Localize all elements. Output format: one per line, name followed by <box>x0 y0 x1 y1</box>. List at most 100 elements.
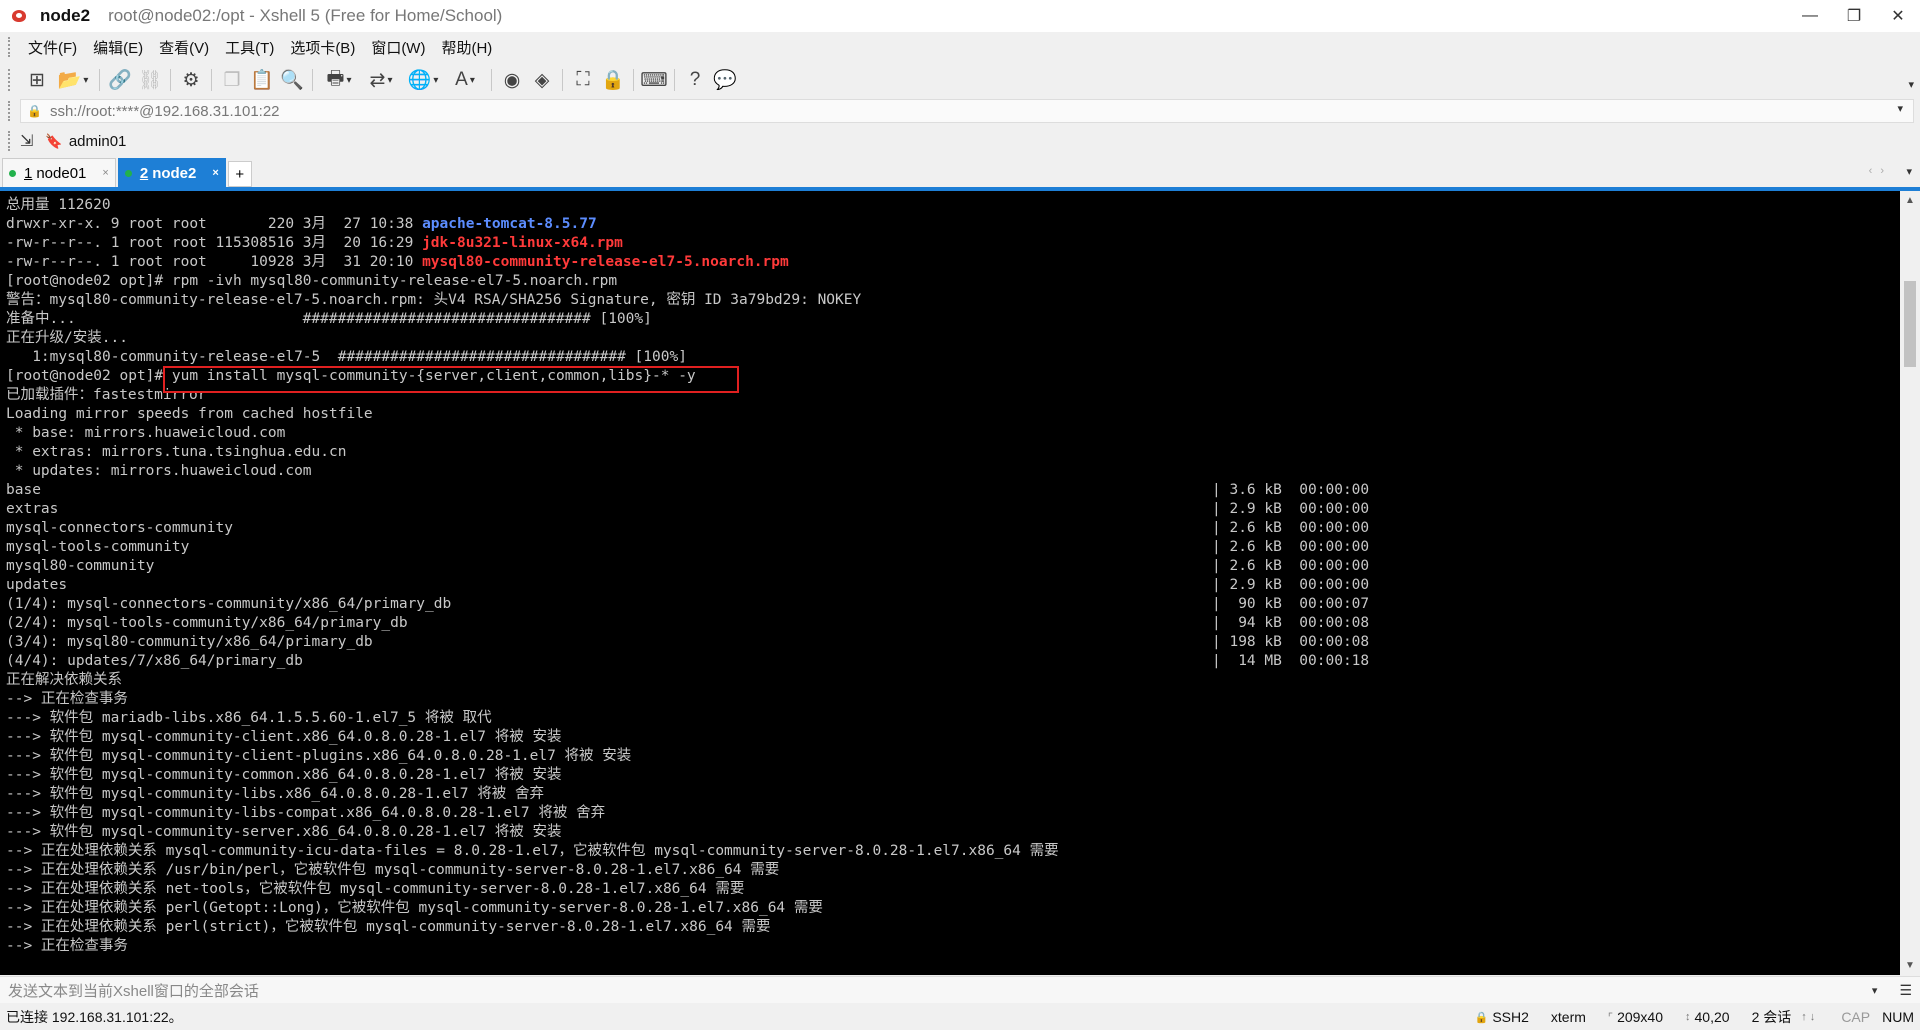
toolbar: ⊞ 📂 🔗 ⛓ ⚙ ❐ 📋 🔍 🖶 ⇄ 🌐 A ◉ ◈ ⛶ 🔒 ⌨ ? 💬 ▾ <box>0 62 1920 98</box>
menu-help[interactable]: 帮助(H) <box>433 37 500 58</box>
terminal-line-text: ---> 软件包 mariadb-libs.x86_64.1.5.5.60-1.… <box>6 710 492 726</box>
tab-list-icon[interactable]: ▾ <box>1906 165 1912 178</box>
terminal-line: ---> 软件包 mysql-community-server.x86_64.0… <box>6 823 1059 842</box>
terminal-line: -rw-r--r--. 1 root root 115308516 3月 20 … <box>6 234 1059 253</box>
toolbar-separator <box>674 69 675 91</box>
status-indicators: 🔒 SSH2 xterm ⌜ 209x40 ↕ 40,20 2 会话 ↑ ↓ CAP N… <box>1453 1007 1914 1027</box>
maximize-button[interactable]: ❐ <box>1832 0 1876 32</box>
compose-bar: 发送文本到当前Xshell窗口的全部会话 ▾ ☰ <box>0 976 1920 1003</box>
links-arrow-icon[interactable]: ⇲ <box>20 131 33 151</box>
menu-view[interactable]: 查看(V) <box>151 37 217 58</box>
tab-number: 1 <box>24 164 33 182</box>
terminal-line-text: mysql-tools-community <box>6 539 190 555</box>
terminal-line-text: --> 正在处理依赖关系 mysql-community-icu-data-fi… <box>6 843 1059 859</box>
properties-icon[interactable]: ⚙ <box>176 66 206 94</box>
file-name: mysql80-community-release-el7-5.noarch.r… <box>422 254 789 270</box>
xftp-icon[interactable]: ◉ <box>497 66 527 94</box>
links-bar: ⇲ 🔖 admin01 <box>0 126 1920 156</box>
toolbar-separator <box>211 69 212 91</box>
tab-node2[interactable]: 2 node2 × <box>117 158 226 187</box>
toolbar-separator <box>633 69 634 91</box>
terminal-line: ---> 软件包 mysql-community-common.x86_64.0… <box>6 766 1059 785</box>
keyboard-icon[interactable]: ⌨ <box>639 66 669 94</box>
protocol-label: SSH2 <box>1492 1009 1529 1025</box>
xmanager-icon[interactable]: ◈ <box>527 66 557 94</box>
toolbar-separator <box>99 69 100 91</box>
command-highlight-box <box>163 366 739 393</box>
terminal-line-text: (2/4): mysql-tools-community/x86_64/prim… <box>6 615 408 631</box>
links-grip[interactable] <box>8 131 14 151</box>
tab-close-icon[interactable]: × <box>212 167 218 179</box>
menu-tab[interactable]: 选项卡(B) <box>282 37 363 58</box>
tab-scroll-icons[interactable]: ‹› <box>1869 165 1892 177</box>
scroll-down-icon[interactable]: ▼ <box>1905 960 1915 971</box>
terminal-line: 总用量 112620 <box>6 196 1059 215</box>
terminal-line-text: --> 正在检查事务 <box>6 938 128 954</box>
toolbar-separator <box>562 69 563 91</box>
toolbar-overflow-icon[interactable]: ▾ <box>1908 78 1914 91</box>
toolbar-separator <box>312 69 313 91</box>
scrollbar-thumb[interactable] <box>1904 281 1916 367</box>
terminal-line: --> 正在处理依赖关系 perl(strict)，它被软件包 mysql-co… <box>6 918 1059 937</box>
tab-node01[interactable]: 1 node01 × <box>2 158 116 187</box>
terminal-line: ---> 软件包 mariadb-libs.x86_64.1.5.5.60-1.… <box>6 709 1059 728</box>
toolbar-grip[interactable] <box>8 69 14 91</box>
find-icon[interactable]: 🔍 <box>277 66 307 94</box>
compose-menu-icon[interactable]: ☰ <box>1899 982 1912 999</box>
print-icon[interactable]: 🖶 <box>318 66 360 94</box>
connection-status: 已连接 192.168.31.101:22。 <box>6 1009 183 1025</box>
globe-icon[interactable]: 🌐 <box>402 66 444 94</box>
chat-icon[interactable]: 💬 <box>710 66 740 94</box>
terminal-line-text: --> 正在处理依赖关系 perl(Getopt::Long)，它被软件包 my… <box>6 900 823 916</box>
compose-input[interactable]: 发送文本到当前Xshell窗口的全部会话 <box>0 980 1872 1001</box>
font-icon[interactable]: A <box>444 66 486 94</box>
terminal-line: mysql-tools-community | 2.6 kB 00:00:00 <box>6 538 1369 557</box>
terminal-line: --> 正在处理依赖关系 mysql-community-icu-data-fi… <box>6 842 1059 861</box>
terminal-line-text: Loading mirror speeds from cached hostfi… <box>6 406 373 422</box>
paste-icon[interactable]: 📋 <box>247 66 277 94</box>
address-dropdown-icon[interactable]: ▾ <box>1897 102 1903 115</box>
terminal-line: ---> 软件包 mysql-community-libs.x86_64.0.8… <box>6 785 1059 804</box>
terminal-line-text: --> 正在处理依赖关系 /usr/bin/perl，它被软件包 mysql-c… <box>6 862 780 878</box>
disconnect-icon[interactable]: ⛓ <box>135 66 165 94</box>
terminal-line: --> 正在处理依赖关系 perl(Getopt::Long)，它被软件包 my… <box>6 899 1059 918</box>
terminal-line: Loading mirror speeds from cached hostfi… <box>6 405 1059 424</box>
menu-file[interactable]: 文件(F) <box>20 37 85 58</box>
tab-bar: 1 node01 × 2 node2 × + ‹› ▾ <box>0 157 1920 187</box>
lock-icon[interactable]: 🔒 <box>598 66 628 94</box>
terminal-scrollbar[interactable]: ▲ ▼ <box>1900 191 1920 975</box>
cursor-position-icon: ↕ <box>1685 1011 1691 1023</box>
new-session-icon[interactable]: ⊞ <box>22 66 52 94</box>
menu-tools[interactable]: 工具(T) <box>217 37 282 58</box>
menu-edit[interactable]: 编辑(E) <box>85 37 151 58</box>
new-tab-button[interactable]: + <box>227 161 252 187</box>
session-nav-icons[interactable]: ↑ ↓ <box>1801 1011 1815 1023</box>
close-button[interactable]: ✕ <box>1876 0 1920 32</box>
terminal-area[interactable]: 总用量 112620 drwxr-xr-x. 9 root root 220 3月… <box>0 191 1900 975</box>
menu-grip[interactable] <box>8 37 14 57</box>
terminal-line-text: * updates: mirrors.huaweicloud.com <box>6 463 312 479</box>
menu-window[interactable]: 窗口(W) <box>363 37 433 58</box>
terminal-line-text: 1:mysql80-community-release-el7-5 ######… <box>6 349 687 365</box>
menu-bar: 文件(F) 编辑(E) 查看(V) 工具(T) 选项卡(B) 窗口(W) 帮助(… <box>0 32 1920 62</box>
tab-close-icon[interactable]: × <box>102 167 108 179</box>
fullscreen-icon[interactable]: ⛶ <box>568 66 598 94</box>
file-name: apache-tomcat-8.5.77 <box>422 216 597 232</box>
address-input[interactable]: 🔒 ssh://root:****@192.168.31.101:22 ▾ <box>20 99 1914 123</box>
xshell-logo-icon[interactable] <box>10 7 28 25</box>
download-stats: | 2.6 kB 00:00:00 <box>1212 558 1370 574</box>
help-icon[interactable]: ? <box>680 66 710 94</box>
link-admin01[interactable]: admin01 <box>69 133 127 150</box>
transfer-icon[interactable]: ⇄ <box>360 66 402 94</box>
terminal-line-text: ---> 软件包 mysql-community-client.x86_64.0… <box>6 729 562 745</box>
terminal-line: 准备中... #################################… <box>6 310 1059 329</box>
caps-lock-indicator: CAP <box>1841 1009 1871 1025</box>
scroll-up-icon[interactable]: ▲ <box>1905 195 1915 206</box>
terminal-type-status: xterm <box>1551 1009 1586 1025</box>
copy-icon[interactable]: ❐ <box>217 66 247 94</box>
open-folder-icon[interactable]: 📂 <box>52 66 94 94</box>
reconnect-icon[interactable]: 🔗 <box>105 66 135 94</box>
address-grip[interactable] <box>8 101 14 121</box>
minimize-button[interactable]: — <box>1788 0 1832 32</box>
compose-dropdown-icon[interactable]: ▾ <box>1872 984 1878 997</box>
